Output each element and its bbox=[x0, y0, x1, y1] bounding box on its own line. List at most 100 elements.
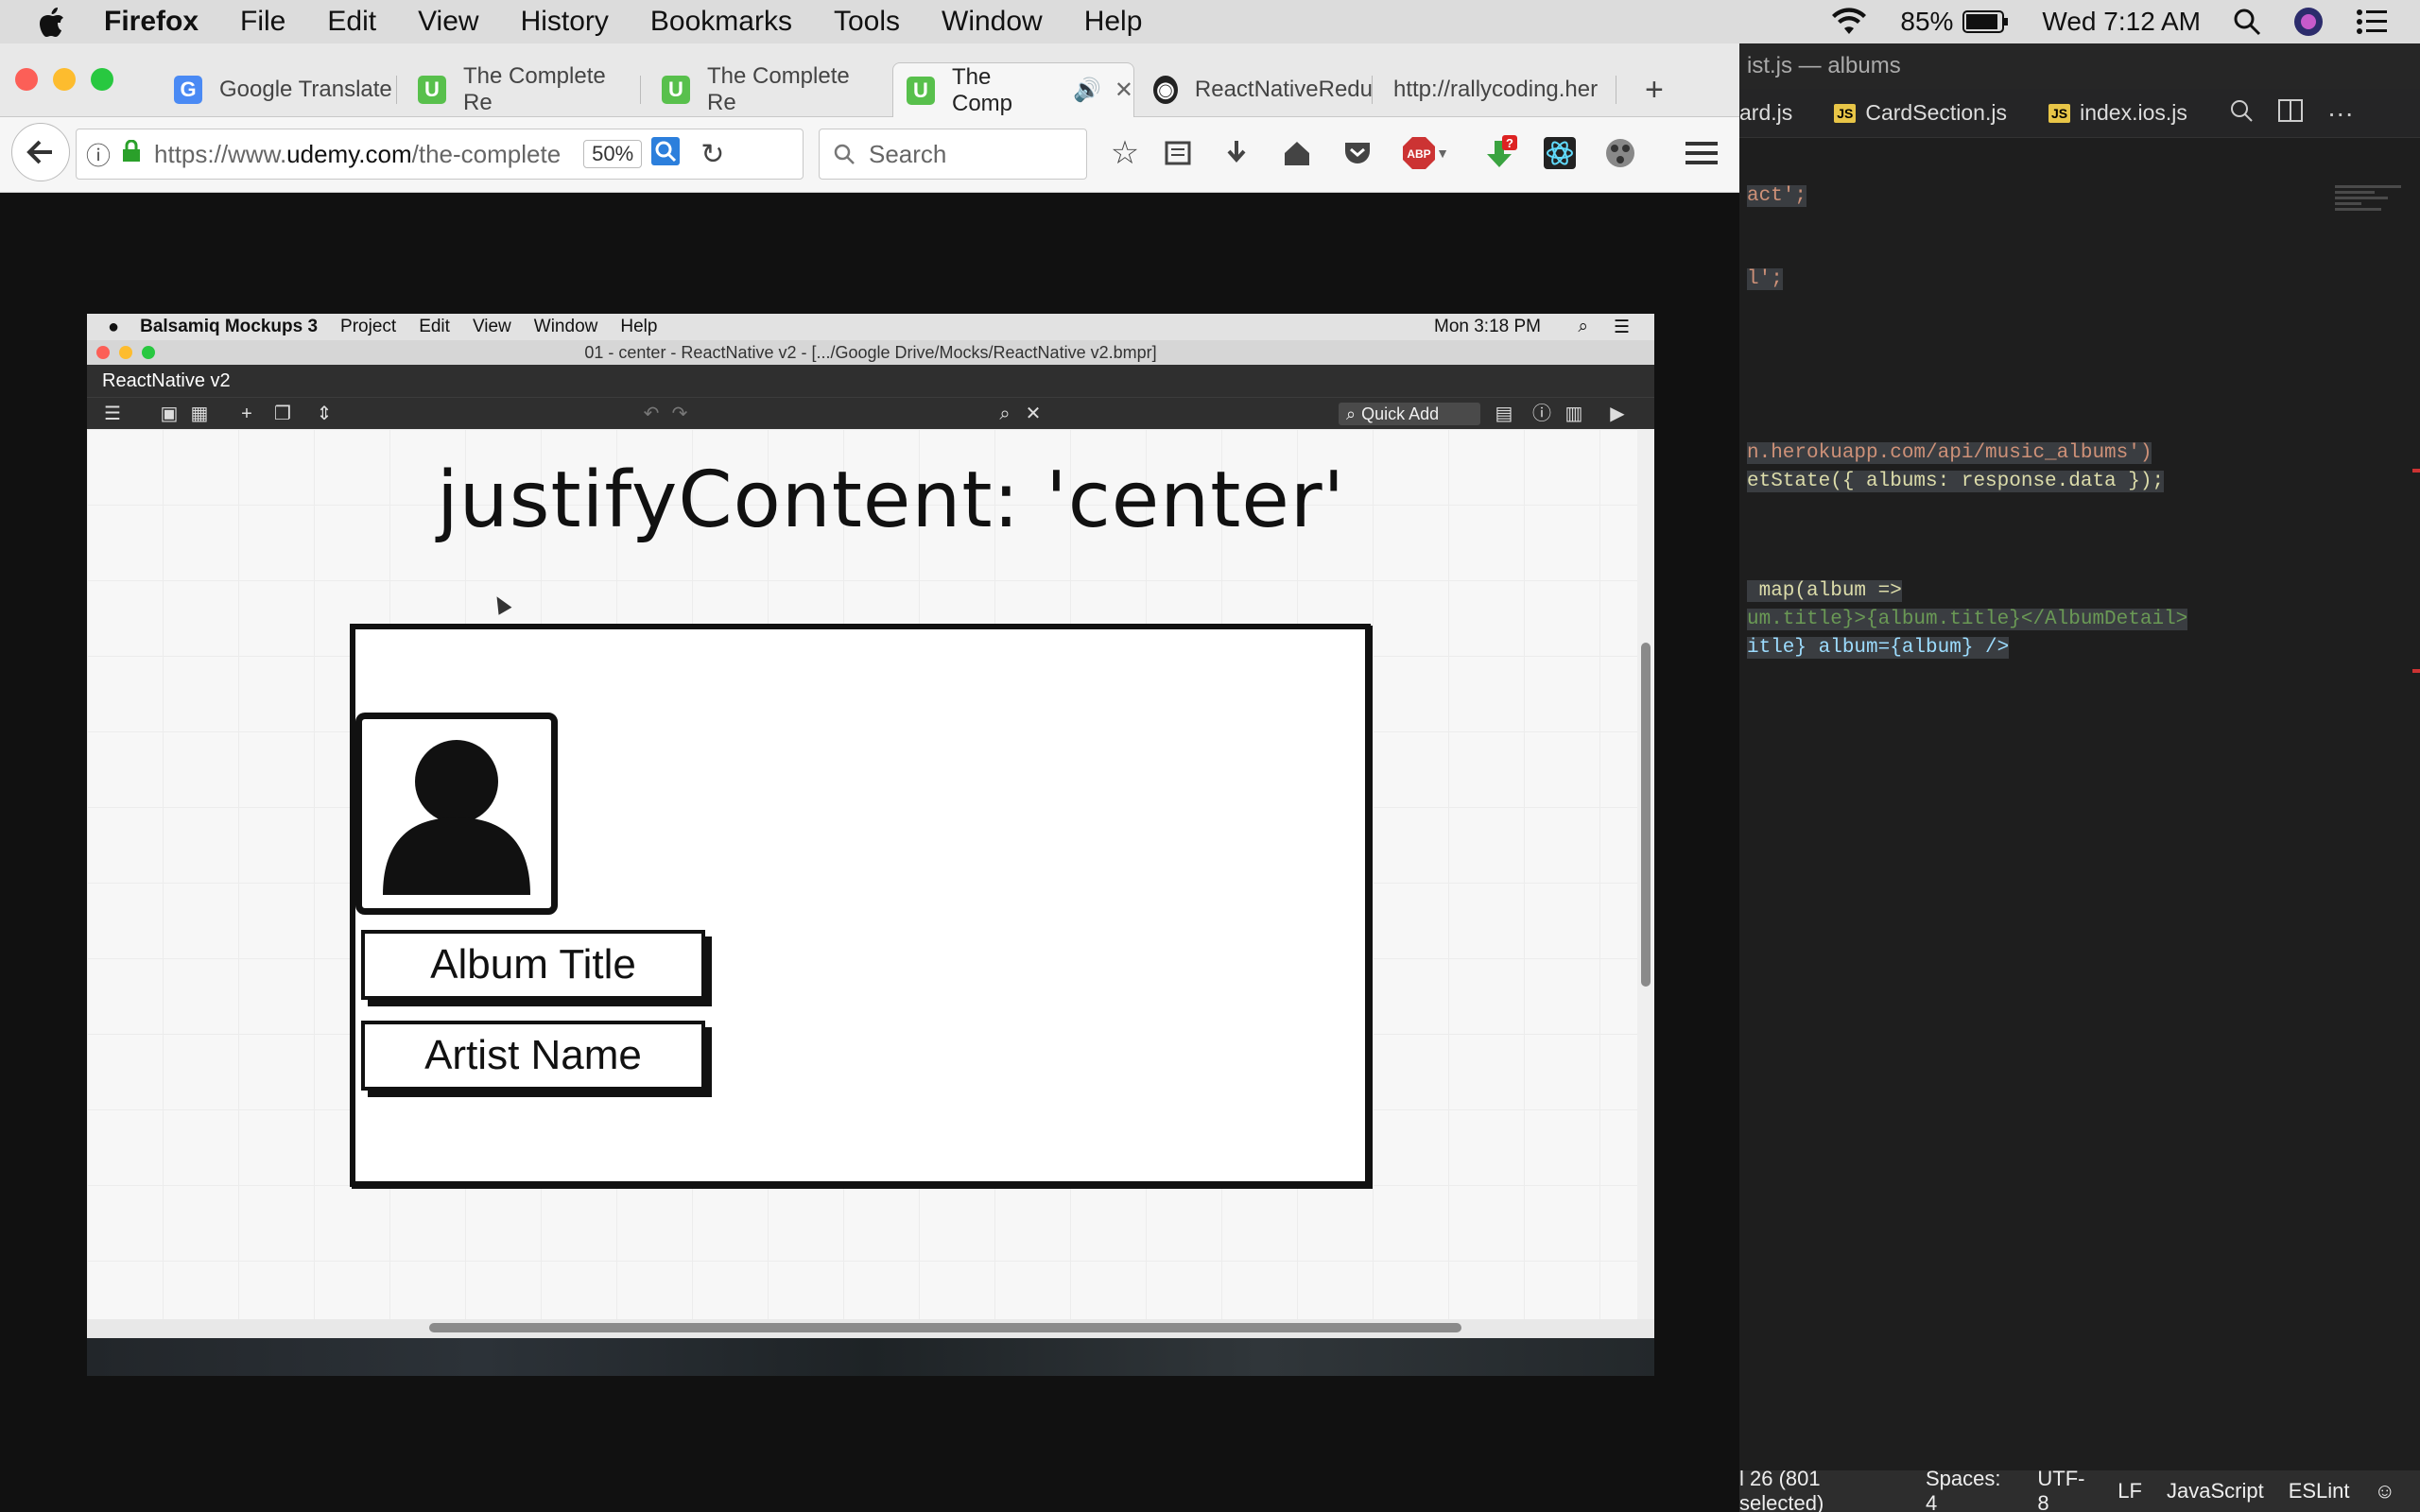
github-icon: ◉ bbox=[1153, 76, 1178, 104]
feedback-smiley-icon[interactable]: ☺ bbox=[2375, 1479, 2395, 1503]
udemy-icon: U bbox=[662, 76, 690, 104]
album-title-box: Album Title bbox=[361, 930, 705, 1000]
menu-help: Help bbox=[620, 317, 658, 336]
pocket-icon[interactable] bbox=[1339, 134, 1376, 172]
window-minimize-button[interactable] bbox=[53, 68, 76, 91]
menu-firefox[interactable]: Firefox bbox=[104, 6, 199, 38]
search-icon bbox=[834, 144, 855, 164]
url-bar[interactable]: ⓘ https://www.udemy.com/the-complete 50%… bbox=[76, 129, 804, 180]
search-icon: ⌕ bbox=[1346, 404, 1357, 423]
editor-tab[interactable]: ard.js bbox=[1739, 100, 1792, 126]
scrollbar-error-marker bbox=[2412, 469, 2420, 472]
reload-icon[interactable]: ↻ bbox=[700, 138, 724, 171]
close-tab-icon[interactable]: ✕ bbox=[1115, 77, 1133, 104]
menu-history[interactable]: History bbox=[521, 6, 609, 38]
info-icon[interactable]: ⓘ bbox=[86, 137, 111, 172]
language-mode[interactable]: JavaScript bbox=[2167, 1479, 2264, 1503]
canvas-vertical-scrollbar bbox=[1637, 429, 1654, 1319]
firefox-nav-bar: ⓘ https://www.udemy.com/the-complete 50%… bbox=[0, 117, 1739, 193]
close-icon: ✕ bbox=[1025, 404, 1042, 424]
editor-tab[interactable]: JS index.ios.js bbox=[2048, 100, 2187, 126]
browser-tab[interactable]: U The Complete Re bbox=[648, 62, 885, 117]
menu-file[interactable]: File bbox=[240, 6, 285, 38]
editor-tab[interactable]: JS CardSection.js bbox=[1834, 100, 2007, 126]
editor-status-bar: l 26 (801 selected) Spaces: 4 UTF-8 LF J… bbox=[1739, 1467, 2420, 1512]
notes-icon: ▥ bbox=[1564, 404, 1583, 424]
indentation-setting[interactable]: Spaces: 4 bbox=[1926, 1467, 2013, 1512]
google-translate-icon: G bbox=[174, 76, 202, 104]
menu-view[interactable]: View bbox=[418, 6, 478, 38]
url-text: https://www.udemy.com/the-complete bbox=[154, 139, 562, 168]
window-zoom-button[interactable] bbox=[91, 68, 113, 91]
back-arrow-icon bbox=[26, 140, 52, 164]
code-line: itle} album={album} /> bbox=[1747, 637, 2010, 659]
wifi-icon[interactable] bbox=[1830, 8, 1868, 36]
browser-tab[interactable]: ◉ ReactNativeRedu bbox=[1140, 62, 1373, 117]
redo-icon: ↷ bbox=[671, 404, 688, 424]
mockup-container-frame: Album Title Artist Name bbox=[350, 624, 1371, 1187]
mouse-cursor-icon bbox=[490, 593, 512, 615]
bookmark-star-icon[interactable]: ☆ bbox=[1106, 134, 1144, 172]
encoding-setting[interactable]: UTF-8 bbox=[2037, 1467, 2093, 1512]
user-avatar-icon bbox=[355, 713, 558, 915]
apple-menu-icon: ● bbox=[108, 316, 120, 337]
eslint-status[interactable]: ESLint bbox=[2289, 1479, 2350, 1503]
menu-edit[interactable]: Edit bbox=[327, 6, 376, 38]
code-line: act'; bbox=[1747, 185, 1807, 207]
code-line: n.herokuapp.com/api/music_albums') bbox=[1747, 442, 2152, 464]
new-tab-button[interactable]: + bbox=[1632, 62, 1669, 117]
menu-tools[interactable]: Tools bbox=[834, 6, 900, 38]
zoom-search-icon[interactable] bbox=[651, 136, 681, 172]
secure-lock-icon[interactable] bbox=[122, 139, 141, 169]
browser-tab[interactable]: U The Complete Re bbox=[405, 62, 641, 117]
apple-menu-icon[interactable] bbox=[0, 6, 104, 38]
search-in-file-icon[interactable] bbox=[2229, 98, 2254, 129]
cursor-position[interactable]: l 26 (801 selected) bbox=[1739, 1467, 1901, 1512]
adblock-plus-icon[interactable]: ABP ▼ bbox=[1399, 134, 1452, 172]
udemy-icon: U bbox=[907, 76, 935, 105]
zoom-indicator[interactable]: 50% bbox=[583, 140, 643, 168]
balsamiq-clock: Mon 3:18 PM bbox=[1434, 317, 1541, 336]
menu-icon: ☰ bbox=[104, 404, 121, 424]
spotlight-search-icon[interactable] bbox=[2233, 8, 2261, 36]
downloads-icon[interactable] bbox=[1218, 134, 1255, 172]
reading-list-icon[interactable] bbox=[1159, 134, 1197, 172]
notification-center-icon[interactable] bbox=[2356, 9, 2388, 35]
desktop-wallpaper-strip bbox=[87, 1338, 1654, 1376]
speaker-audio-icon[interactable]: 🔊 bbox=[1073, 77, 1101, 104]
js-file-icon: JS bbox=[1834, 103, 1857, 123]
siri-icon[interactable] bbox=[2293, 7, 2324, 37]
minimap[interactable] bbox=[2335, 185, 2401, 242]
grid-view-icon: ▦ bbox=[190, 404, 209, 424]
mac-menu-bar: Firefox File Edit View History Bookmarks… bbox=[0, 0, 2420, 43]
window-close-button[interactable] bbox=[15, 68, 38, 91]
menubar-clock[interactable]: Wed 7:12 AM bbox=[2042, 7, 2201, 37]
home-icon[interactable] bbox=[1278, 134, 1316, 172]
line-ending-setting[interactable]: LF bbox=[2118, 1479, 2142, 1503]
spotlight-search-icon: ⌕ bbox=[1578, 317, 1588, 336]
browser-tab[interactable]: http://rallycoding.her bbox=[1380, 62, 1616, 117]
svg-text:ABP: ABP bbox=[1407, 147, 1430, 161]
react-devtools-icon[interactable] bbox=[1541, 134, 1579, 172]
hamburger-menu-icon[interactable] bbox=[1683, 134, 1720, 172]
menu-window[interactable]: Window bbox=[942, 6, 1043, 38]
info-icon: ⓘ bbox=[1532, 404, 1551, 424]
menu-bookmarks[interactable]: Bookmarks bbox=[650, 6, 792, 38]
battery-percent: 85% bbox=[1900, 7, 1954, 36]
add-icon: + bbox=[241, 404, 252, 424]
mockup-canvas: justifyContent: 'center' Album Title Art… bbox=[87, 429, 1654, 1319]
firefox-tab-strip: G Google Translate U The Complete Re U T… bbox=[0, 43, 1739, 117]
download-manager-icon[interactable]: ? bbox=[1480, 134, 1518, 172]
artist-name-box: Artist Name bbox=[361, 1021, 705, 1091]
battery-icon[interactable] bbox=[1962, 9, 2010, 34]
js-file-icon: JS bbox=[2048, 103, 2071, 123]
split-editor-icon[interactable] bbox=[2277, 98, 2303, 128]
copy-icon: ❐ bbox=[274, 404, 291, 424]
video-downloader-icon[interactable] bbox=[1601, 134, 1639, 172]
search-input[interactable]: Search bbox=[819, 129, 1087, 180]
more-actions-icon[interactable]: ··· bbox=[2327, 98, 2354, 129]
browser-tab-active[interactable]: U The Comp 🔊 ✕ bbox=[892, 62, 1134, 117]
menu-help[interactable]: Help bbox=[1084, 6, 1143, 38]
back-button[interactable] bbox=[11, 123, 70, 181]
browser-tab[interactable]: G Google Translate bbox=[161, 62, 397, 117]
